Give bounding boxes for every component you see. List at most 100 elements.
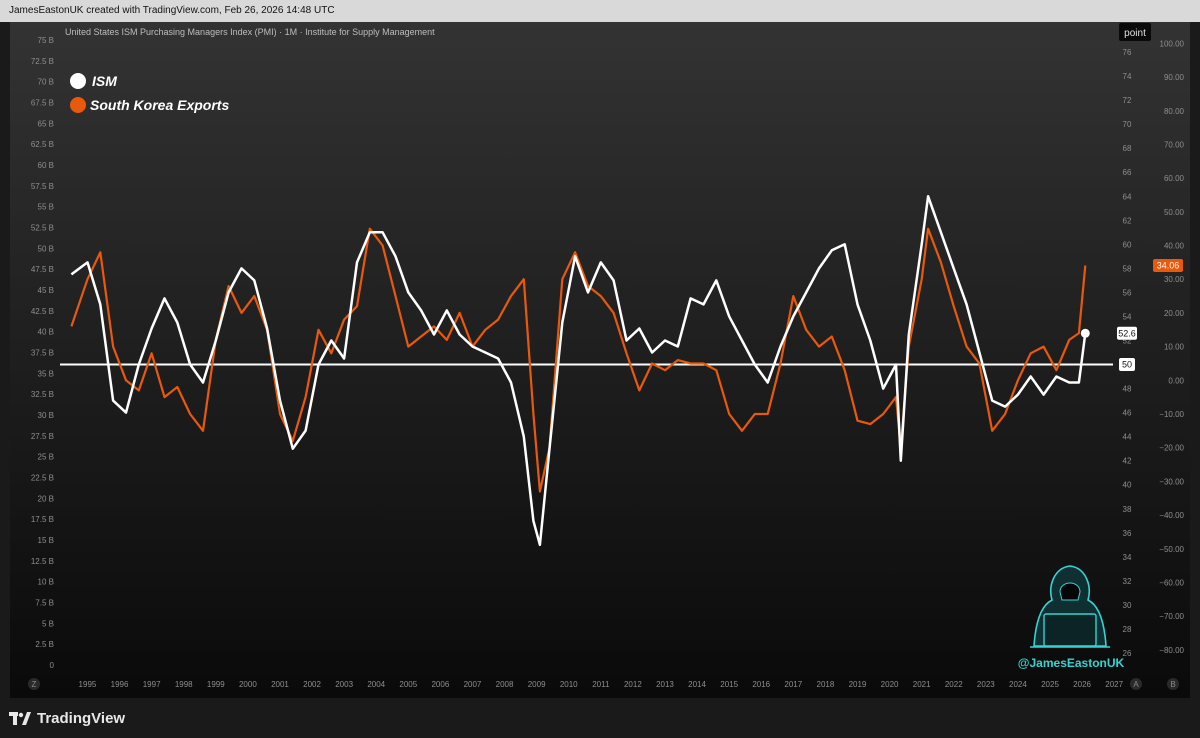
right-tick-label: 100.00 xyxy=(1160,39,1185,48)
threshold-badge: 50 xyxy=(1119,358,1135,372)
legend-swatch-exports xyxy=(70,97,86,113)
x-tick-label: 2016 xyxy=(752,680,770,689)
right-tick-label: −30.00 xyxy=(1159,477,1184,486)
right-axis: 100.00 90.00 80.00 70.00 60.00 50.00 40.00 30.0… xyxy=(1159,39,1184,654)
legend-label-ism: ISM xyxy=(92,73,117,89)
right-tick-label: 10.00 xyxy=(1164,343,1185,352)
mid-tick-label: 32 xyxy=(1123,577,1132,586)
mid-tick-label: 58 xyxy=(1123,264,1132,273)
tradingview-logo[interactable]: TradingView xyxy=(9,710,125,727)
right-tick-label: −60.00 xyxy=(1159,578,1184,587)
left-tick-label: 37.5 B xyxy=(31,349,54,358)
left-tick-label: 70 B xyxy=(38,78,54,87)
mid-tick-label: 42 xyxy=(1123,457,1132,466)
right-tick-label: 20.00 xyxy=(1164,309,1185,318)
x-tick-label: 2022 xyxy=(945,680,963,689)
footer xyxy=(0,698,1200,738)
x-tick-label: 2018 xyxy=(817,680,835,689)
mid-tick-label: 30 xyxy=(1123,601,1132,610)
x-tick-label: 2007 xyxy=(464,680,482,689)
x-tick-label: 2025 xyxy=(1041,680,1059,689)
left-tick-label: 50 B xyxy=(38,244,54,253)
left-axis: 75 B 72.5 B 70 B 67.5 B 65 B 62.5 B 60 B 57.5 B… xyxy=(31,36,55,670)
right-tick-label: 0.00 xyxy=(1168,376,1184,385)
left-tick-label: 62.5 B xyxy=(31,140,54,149)
mid-tick-label: 74 xyxy=(1123,72,1132,81)
mid-axis: 7674727068666462605856545250484644424038… xyxy=(1123,48,1132,658)
hacker-avatar-icon xyxy=(1030,565,1110,648)
mid-tick-label: 76 xyxy=(1123,48,1132,57)
mid-tick-label: 48 xyxy=(1123,385,1132,394)
x-tick-label: 2008 xyxy=(496,680,514,689)
left-tick-label: 10 B xyxy=(38,578,54,587)
right-tick-label: −20.00 xyxy=(1159,444,1184,453)
mid-tick-label: 68 xyxy=(1123,144,1132,153)
ism-series-line xyxy=(70,195,1087,547)
x-tick-label: 1998 xyxy=(175,680,193,689)
axis-a-button[interactable]: A xyxy=(1130,678,1142,690)
scale-point-button[interactable]: point xyxy=(1119,23,1151,41)
left-tick-label: 42.5 B xyxy=(31,307,54,316)
mid-tick-label: 40 xyxy=(1123,481,1132,490)
x-tick-label: 2002 xyxy=(303,680,321,689)
axis-b-button[interactable]: B xyxy=(1167,678,1179,690)
mid-tick-label: 72 xyxy=(1123,96,1132,105)
axis-a-label: A xyxy=(1133,680,1139,689)
x-tick-label: 1995 xyxy=(79,680,97,689)
left-tick-label: 2.5 B xyxy=(35,640,54,649)
ism-last-badge: 52.6 xyxy=(1117,326,1137,340)
mid-tick-label: 34 xyxy=(1123,553,1132,562)
left-tick-label: 67.5 B xyxy=(31,99,54,108)
x-tick-label: 2020 xyxy=(881,680,899,689)
x-tick-label: 2010 xyxy=(560,680,578,689)
attribution-bar: JamesEastonUK created with TradingView.c… xyxy=(0,0,1200,22)
left-tick-label: 20 B xyxy=(38,494,54,503)
x-tick-label: 2015 xyxy=(720,680,738,689)
mid-tick-label: 28 xyxy=(1123,625,1132,634)
left-tick-label: 32.5 B xyxy=(31,390,54,399)
left-tick-label: 27.5 B xyxy=(31,432,54,441)
mid-tick-label: 56 xyxy=(1123,288,1132,297)
left-tick-label: 72.5 B xyxy=(31,57,54,66)
x-tick-label: 2027 xyxy=(1105,680,1123,689)
threshold-value: 50 xyxy=(1122,360,1132,370)
chart-canvas: 75 B 72.5 B 70 B 67.5 B 65 B 62.5 B 60 B 57.5 B… xyxy=(28,23,1185,690)
x-tick-label: 2005 xyxy=(399,680,417,689)
chart-panel: 75 B 72.5 B 70 B 67.5 B 65 B 62.5 B 60 B 57.5 B… xyxy=(10,22,1190,698)
x-tick-label: 1997 xyxy=(143,680,161,689)
left-tick-label: 35 B xyxy=(38,369,54,378)
left-tick-label: 0 xyxy=(50,661,55,670)
x-tick-label: 2000 xyxy=(239,680,257,689)
x-tick-label: 2013 xyxy=(656,680,674,689)
ism-last-point xyxy=(1080,328,1090,338)
x-tick-label: 2026 xyxy=(1073,680,1091,689)
right-tick-label: −10.00 xyxy=(1159,410,1184,419)
tradingview-logo-icon xyxy=(9,711,31,725)
right-tick-label: 60.00 xyxy=(1164,174,1185,183)
right-tick-label: −40.00 xyxy=(1159,511,1184,520)
left-tick-label: 17.5 B xyxy=(31,515,54,524)
x-tick-label: 2009 xyxy=(528,680,546,689)
axis-z-button[interactable]: Z xyxy=(28,678,40,690)
x-tick-label: 2006 xyxy=(431,680,449,689)
legend: ISM South Korea Exports xyxy=(70,73,229,113)
right-tick-label: 50.00 xyxy=(1164,208,1185,217)
left-tick-label: 45 B xyxy=(38,286,54,295)
right-tick-label: 90.00 xyxy=(1164,73,1185,82)
left-tick-label: 52.5 B xyxy=(31,224,54,233)
left-tick-label: 30 B xyxy=(38,411,54,420)
left-tick-label: 5 B xyxy=(42,619,54,628)
right-tick-label: 70.00 xyxy=(1164,140,1185,149)
left-tick-label: 55 B xyxy=(38,203,54,212)
x-tick-label: 2024 xyxy=(1009,680,1027,689)
mid-tick-label: 46 xyxy=(1123,409,1132,418)
mid-tick-label: 70 xyxy=(1123,120,1132,129)
mid-tick-label: 64 xyxy=(1123,192,1132,201)
mid-tick-label: 38 xyxy=(1123,505,1132,514)
right-tick-label: 30.00 xyxy=(1164,275,1185,284)
chart-title: United States ISM Purchasing Managers In… xyxy=(65,27,435,37)
x-tick-label: 2012 xyxy=(624,680,642,689)
x-tick-label: 2023 xyxy=(977,680,995,689)
right-tick-label: −50.00 xyxy=(1159,545,1184,554)
ism-last-value: 52.6 xyxy=(1118,328,1136,338)
